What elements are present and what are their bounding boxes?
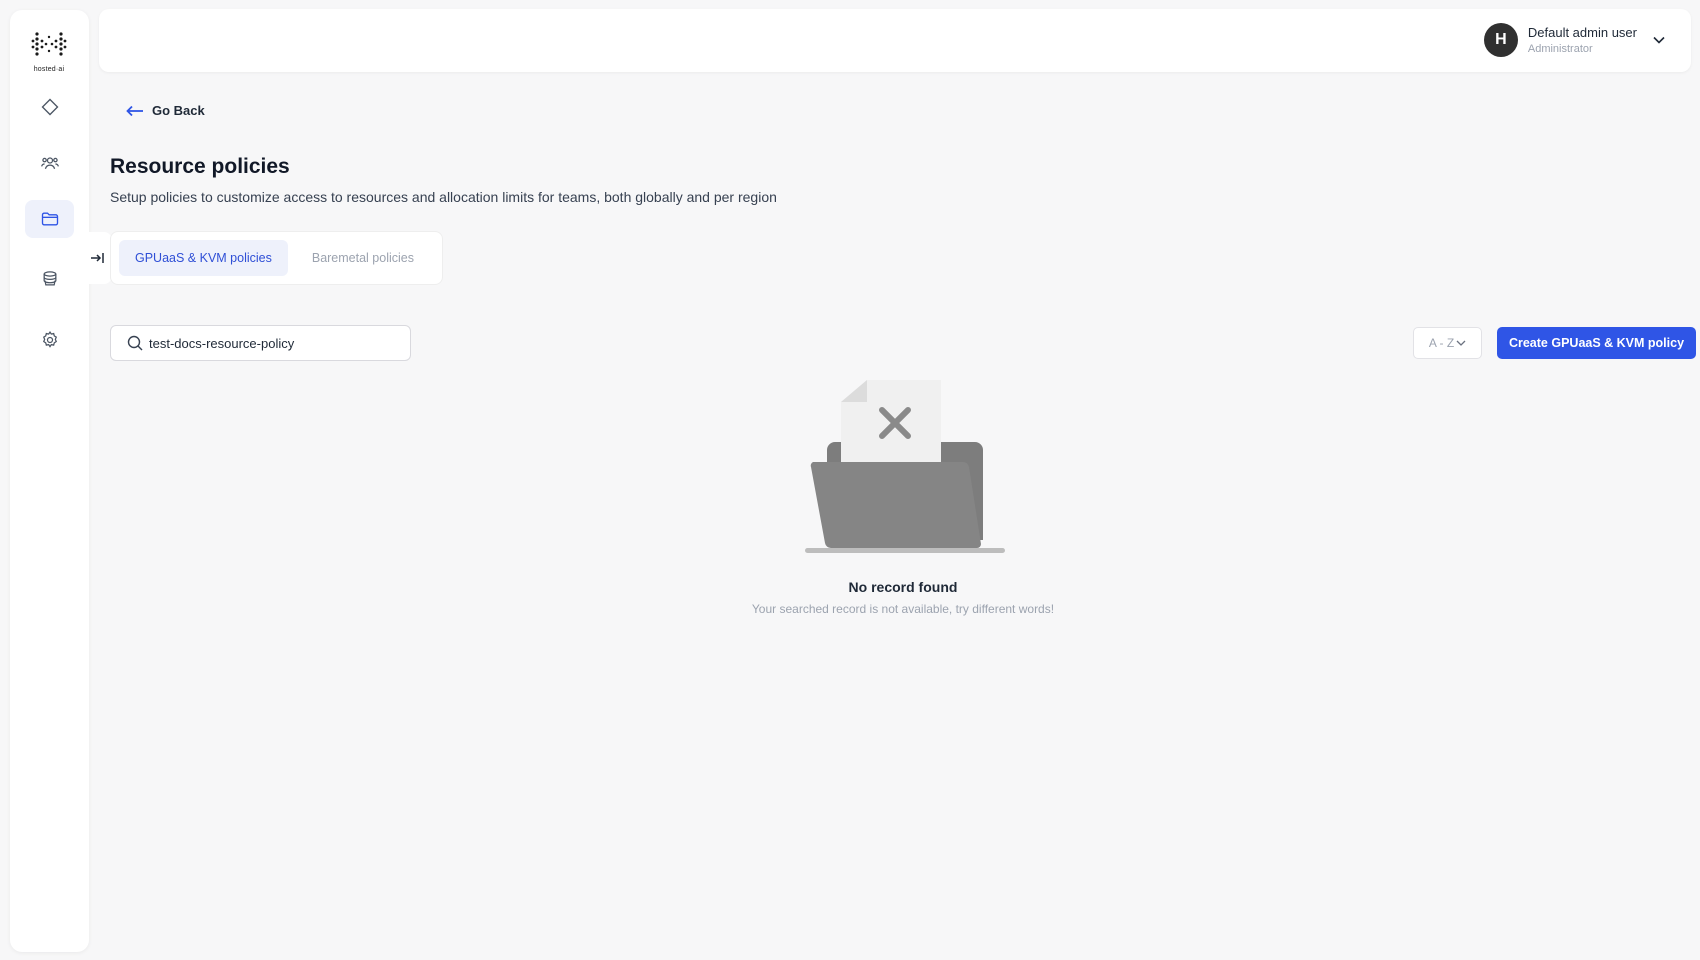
sort-label: A - Z <box>1428 336 1455 350</box>
sidebar: hosted·ai <box>10 10 89 952</box>
policy-tabs: GPUaaS & KVM policies Baremetal policies <box>110 231 443 285</box>
diamond-icon <box>41 98 58 116</box>
top-bar: H Default admin user Administrator <box>99 9 1691 72</box>
page-subtitle: Setup policies to customize access to re… <box>110 189 777 205</box>
user-role: Administrator <box>1527 43 1593 55</box>
sidebar-item-teams[interactable] <box>25 144 74 182</box>
sidebar-collapse-toggle[interactable] <box>84 232 112 284</box>
search-input[interactable] <box>149 335 399 351</box>
tab-gpuaas-kvm[interactable]: GPUaaS & KVM policies <box>119 240 288 276</box>
avatar: H <box>1483 23 1518 57</box>
user-name: Default admin user <box>1527 25 1637 40</box>
empty-state-illustration <box>795 380 1015 560</box>
logo[interactable]: hosted·ai <box>29 28 69 74</box>
empty-state-title: No record found <box>848 579 958 595</box>
empty-folder-icon <box>805 380 1005 553</box>
search-box <box>110 325 411 361</box>
sidebar-item-dashboard[interactable] <box>25 88 74 126</box>
page-title: Resource policies <box>110 155 290 178</box>
tab-baremetal[interactable]: Baremetal policies <box>296 240 430 276</box>
users-icon <box>40 157 59 170</box>
arrow-left-icon <box>126 105 143 116</box>
chevron-down-icon <box>1653 36 1665 44</box>
user-info: Default admin user Administrator <box>1528 25 1637 55</box>
empty-state-subtitle: Your searched record is not available, t… <box>751 602 1055 616</box>
gear-icon <box>42 330 57 348</box>
create-policy-button[interactable]: Create GPUaaS & KVM policy <box>1497 327 1696 359</box>
sidebar-item-settings[interactable] <box>25 321 74 359</box>
sidebar-item-resource-policies[interactable] <box>25 200 74 238</box>
expand-sidebar-icon <box>91 253 104 263</box>
sidebar-item-storage[interactable] <box>25 260 74 298</box>
sort-dropdown[interactable]: A - Z <box>1413 327 1482 359</box>
folder-icon <box>41 212 58 226</box>
user-menu[interactable]: H Default admin user Administrator <box>1483 23 1665 57</box>
go-back-link[interactable]: Go Back <box>126 103 205 118</box>
go-back-label: Go Back <box>152 103 205 118</box>
logo-mark-icon <box>31 32 67 56</box>
chevron-down-icon <box>1456 340 1466 346</box>
database-icon <box>43 271 56 286</box>
search-icon <box>127 335 143 351</box>
logo-text: hosted·ai <box>33 66 65 73</box>
